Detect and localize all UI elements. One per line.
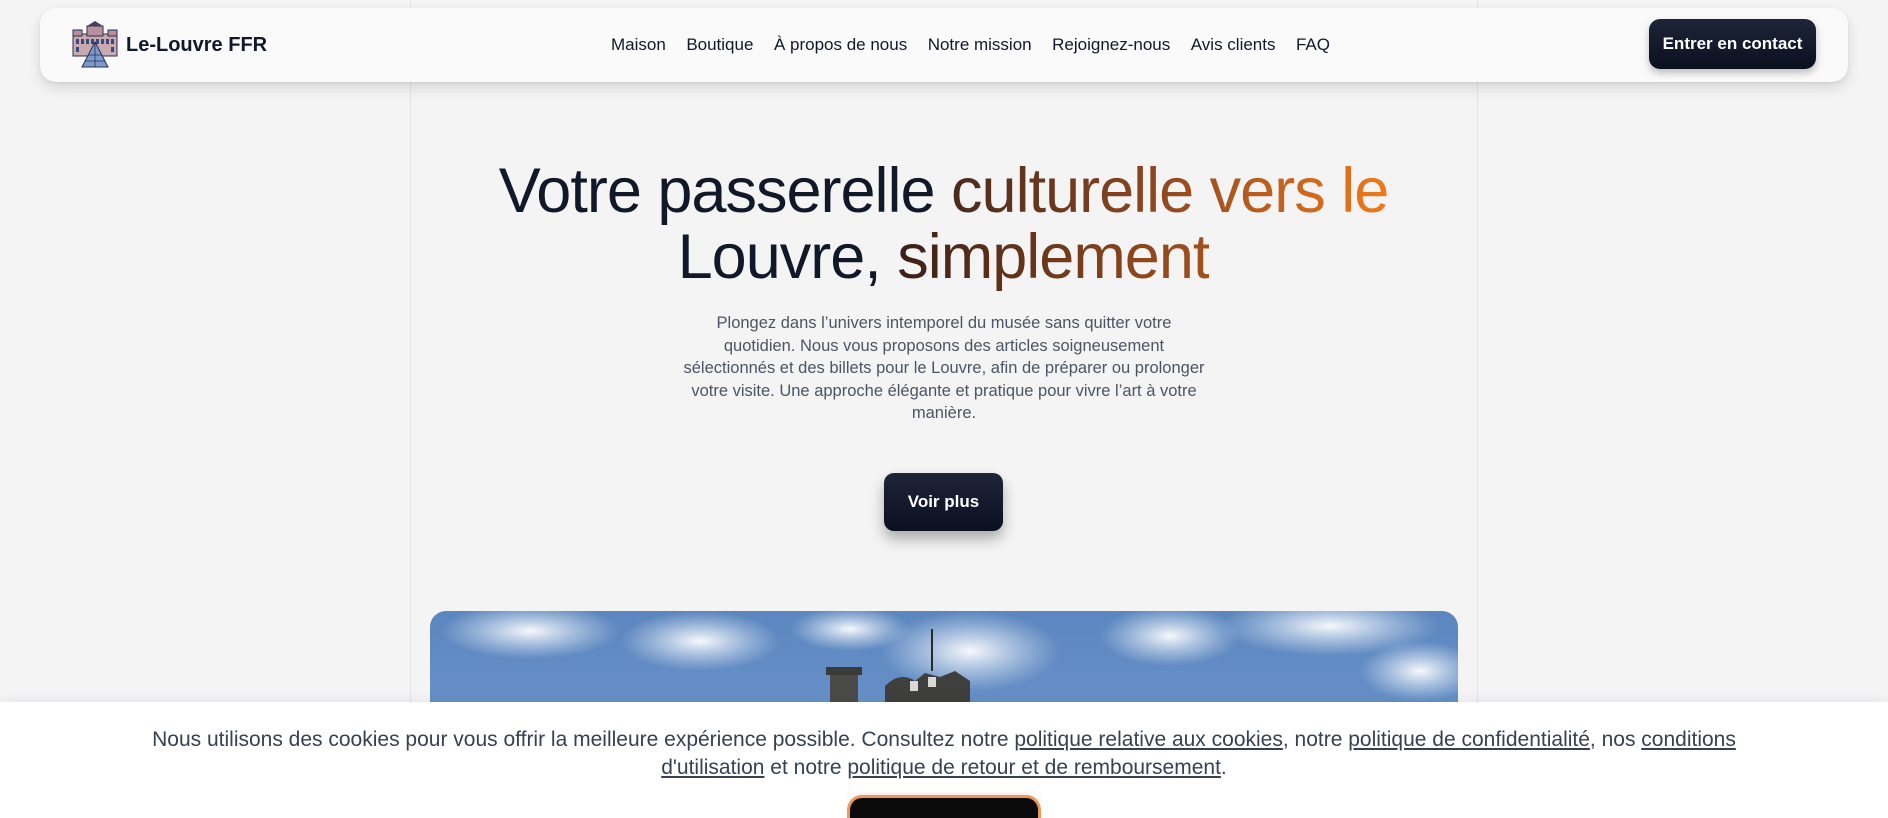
voir-plus-button[interactable]: Voir plus bbox=[884, 473, 1003, 531]
content-guide-left bbox=[410, 0, 411, 818]
nav-item-rejoignez[interactable]: Rejoignez-nous bbox=[1052, 35, 1170, 55]
brand[interactable]: Le-Louvre FFR bbox=[70, 20, 267, 70]
hero-title-part2: culturelle vers le bbox=[951, 156, 1389, 226]
contact-button[interactable]: Entrer en contact bbox=[1649, 19, 1816, 69]
nav-item-a-propos[interactable]: À propos de nous bbox=[774, 35, 907, 55]
hero-title-part4: simplement bbox=[897, 222, 1210, 292]
refund-policy-link[interactable]: politique de retour et de remboursement bbox=[847, 756, 1221, 779]
content-guide-right bbox=[1477, 0, 1478, 818]
hero-description: Plongez dans l’univers intemporel du mus… bbox=[683, 314, 1205, 422]
hero-title: Votre passerelle culturelle vers le Louv… bbox=[410, 158, 1477, 290]
hero-title-part1: Votre passerelle bbox=[498, 156, 952, 226]
navbar: Le-Louvre FFR Maison Boutique À propos d… bbox=[40, 8, 1848, 82]
cookie-text-1: Nous utilisons des cookies pour vous off… bbox=[152, 728, 1015, 751]
cookie-accept-button[interactable] bbox=[850, 798, 1038, 818]
hero-title-part3: Louvre, bbox=[677, 222, 898, 292]
cookie-text-3: , nos bbox=[1589, 728, 1642, 751]
cookie-text-4: et notre bbox=[764, 756, 848, 779]
nav-item-maison[interactable]: Maison bbox=[611, 35, 666, 55]
cookie-policy-link[interactable]: politique relative aux cookies bbox=[1014, 728, 1283, 751]
nav-item-avis[interactable]: Avis clients bbox=[1191, 35, 1276, 55]
main-nav: Maison Boutique À propos de nous Notre m… bbox=[611, 8, 1330, 82]
louvre-palace-logo bbox=[72, 21, 118, 68]
privacy-policy-link[interactable]: politique de confidentialité bbox=[1348, 728, 1590, 751]
nav-item-boutique[interactable]: Boutique bbox=[686, 35, 753, 55]
cookie-text-5: . bbox=[1220, 756, 1227, 779]
cookie-text: Nous utilisons des cookies pour vous off… bbox=[120, 726, 1768, 782]
nav-item-mission[interactable]: Notre mission bbox=[928, 35, 1032, 55]
cookie-text-2: , notre bbox=[1282, 728, 1349, 751]
nav-item-faq[interactable]: FAQ bbox=[1296, 35, 1330, 55]
brand-name: Le-Louvre FFR bbox=[126, 33, 268, 56]
